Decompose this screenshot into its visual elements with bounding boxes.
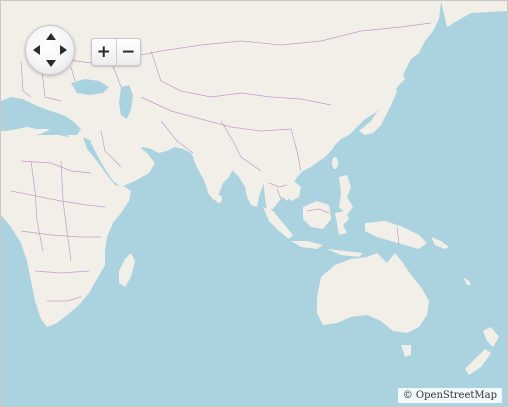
- map-attribution[interactable]: © OpenStreetMap: [397, 388, 502, 403]
- pan-left-icon[interactable]: [33, 45, 40, 55]
- land-taiwan: [332, 157, 338, 169]
- pan-right-icon[interactable]: [60, 45, 67, 55]
- pan-up-icon[interactable]: [46, 33, 56, 40]
- land-sri-lanka: [216, 195, 222, 203]
- pan-control[interactable]: [25, 25, 75, 75]
- zoom-control: + −: [91, 38, 141, 66]
- pan-down-icon[interactable]: [46, 60, 56, 67]
- zoom-out-button[interactable]: −: [115, 39, 141, 65]
- zoom-in-button[interactable]: +: [92, 39, 116, 65]
- basemap: [1, 1, 507, 406]
- map-viewport[interactable]: + − © OpenStreetMap: [0, 0, 508, 407]
